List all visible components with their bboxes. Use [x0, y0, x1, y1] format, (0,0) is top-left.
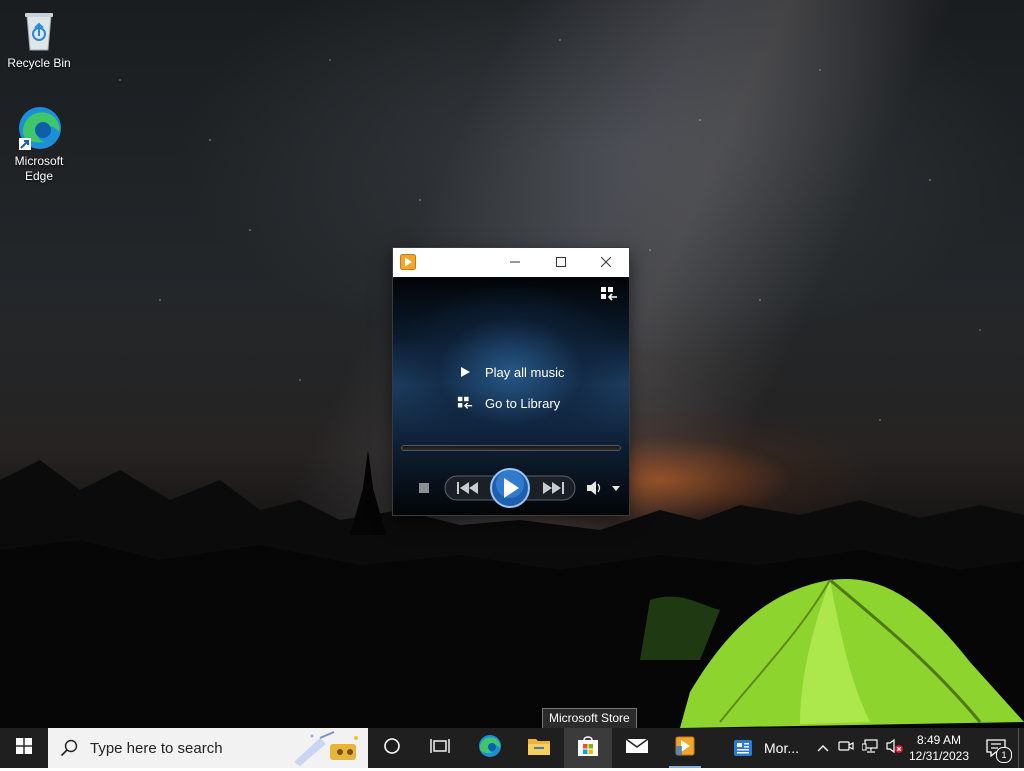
recycle-bin-icon — [15, 6, 63, 54]
desktop-icon-edge[interactable]: Microsoft Edge — [1, 104, 77, 184]
clock-time: 8:49 AM — [916, 733, 962, 747]
task-view-icon — [430, 737, 450, 760]
desktop-icon-label: Microsoft Edge — [14, 154, 64, 183]
search-placeholder: Type here to search — [90, 739, 223, 757]
player-content: Play all music Go to Library — [393, 277, 629, 515]
file-explorer-icon — [527, 736, 551, 761]
taskbar-search-box[interactable]: Type here to search — [48, 728, 368, 768]
news-widget-button[interactable]: Mor... — [722, 728, 808, 768]
go-to-library-label: Go to Library — [485, 395, 561, 411]
mail-icon — [625, 737, 649, 760]
mail-button[interactable] — [613, 728, 661, 768]
meet-now-button[interactable] — [835, 728, 857, 768]
start-button[interactable] — [0, 728, 48, 768]
network-icon — [861, 738, 878, 758]
clock-button[interactable]: 8:49 AM 12/31/2023 — [908, 728, 970, 768]
network-button[interactable] — [859, 728, 881, 768]
desktop-icon-label: Recycle Bin — [7, 56, 71, 70]
show-desktop-button[interactable] — [1018, 728, 1024, 768]
action-center-button[interactable]: 1 — [976, 728, 1016, 768]
notification-icon: 1 — [986, 739, 1012, 763]
task-view-button[interactable] — [416, 728, 464, 768]
file-explorer-button[interactable] — [515, 728, 563, 768]
maximize-icon — [556, 255, 566, 270]
glowing-tent — [680, 578, 1024, 728]
stop-button[interactable] — [419, 483, 429, 493]
taskbar-edge-button[interactable] — [466, 728, 514, 768]
seek-bar[interactable] — [401, 445, 621, 451]
volume-dropdown-icon[interactable] — [612, 486, 620, 491]
maximize-button[interactable] — [538, 248, 584, 277]
window-titlebar[interactable] — [393, 248, 629, 277]
library-icon — [457, 395, 473, 411]
news-label: Mor... — [764, 740, 800, 756]
microsoft-store-icon — [576, 734, 600, 763]
edge-icon — [15, 104, 63, 152]
go-to-library-link[interactable]: Go to Library — [457, 393, 560, 413]
search-icon — [60, 739, 78, 757]
news-icon — [733, 739, 753, 757]
playback-controls — [419, 468, 620, 508]
play-all-music-label: Play all music — [485, 364, 565, 380]
close-button[interactable] — [583, 248, 629, 277]
chevron-up-icon — [817, 739, 829, 757]
cortana-icon — [383, 737, 401, 760]
cortana-button[interactable] — [368, 728, 416, 768]
volume-muted-icon — [886, 738, 904, 759]
edge-icon — [477, 733, 503, 764]
windows-logo-icon — [16, 737, 32, 759]
meet-now-icon — [838, 739, 854, 758]
volume-icon[interactable] — [587, 481, 601, 495]
microsoft-store-button[interactable] — [564, 728, 612, 768]
play-button[interactable] — [490, 468, 530, 508]
close-icon — [600, 255, 612, 270]
play-icon — [457, 364, 473, 380]
taskbar-tooltip: Microsoft Store — [542, 708, 637, 729]
volume-muted-button[interactable] — [883, 728, 907, 768]
minimize-button[interactable] — [492, 248, 538, 277]
desktop-icon-recycle-bin[interactable]: Recycle Bin — [1, 6, 77, 71]
search-highlight-graphic-icon — [290, 730, 364, 766]
taskbar: Type here to search Mor... 8:49 AM 12/31… — [0, 728, 1024, 768]
media-player-icon — [400, 254, 416, 270]
notification-count-badge: 1 — [996, 747, 1012, 763]
show-hidden-icons-button[interactable] — [812, 728, 834, 768]
media-player-taskbar-button[interactable] — [661, 728, 709, 768]
clock-date: 12/31/2023 — [908, 749, 970, 763]
minimize-icon — [510, 255, 520, 270]
media-player-icon — [675, 736, 695, 761]
media-player-window[interactable]: Play all music Go to Library — [393, 248, 629, 515]
switch-to-library-icon[interactable] — [600, 286, 618, 302]
play-all-music-link[interactable]: Play all music — [457, 362, 564, 382]
